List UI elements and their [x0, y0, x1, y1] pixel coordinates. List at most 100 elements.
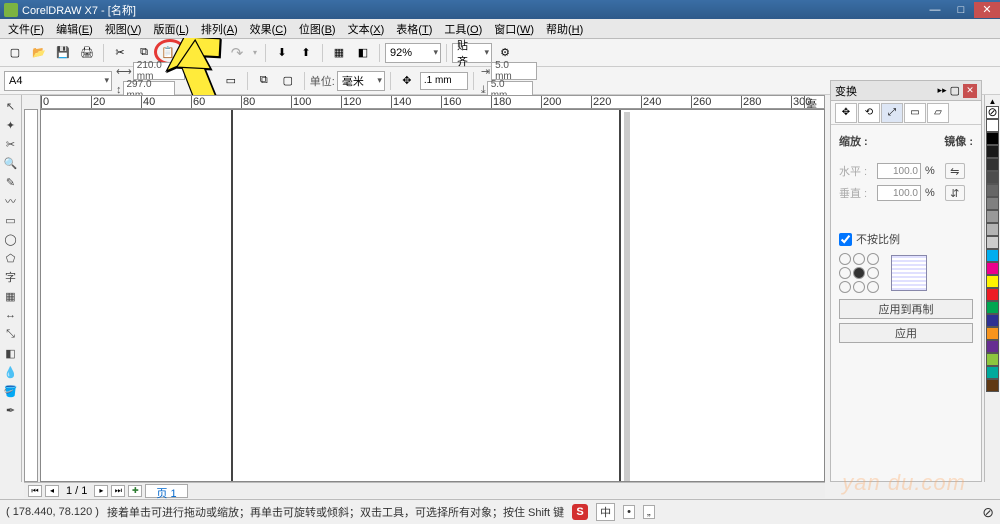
color-swatch[interactable]: [986, 366, 999, 379]
color-swatch[interactable]: [986, 275, 999, 288]
color-swatch[interactable]: [986, 301, 999, 314]
close-button[interactable]: ✕: [974, 2, 1000, 18]
menu-t[interactable]: 表格(T): [390, 19, 438, 39]
menu-h[interactable]: 帮助(H): [540, 19, 589, 39]
mirror-h-button[interactable]: ⇋: [945, 163, 965, 179]
print-button[interactable]: 🖨: [76, 42, 98, 64]
vertical-scale-field[interactable]: [877, 185, 921, 201]
minimize-button[interactable]: —: [922, 2, 948, 18]
artistic-tool[interactable]: 〰: [2, 192, 20, 210]
anchor-grid[interactable]: [839, 253, 879, 293]
color-swatch[interactable]: [986, 288, 999, 301]
pick-tool[interactable]: ↖: [2, 97, 20, 115]
color-swatch[interactable]: [986, 262, 999, 275]
skew-tab[interactable]: ▱: [927, 103, 949, 123]
text-tool[interactable]: 字: [2, 268, 20, 286]
apply-duplicate-button[interactable]: 应用到再制: [839, 299, 973, 319]
menu-e[interactable]: 编辑(E): [50, 19, 99, 39]
color-swatch[interactable]: [986, 158, 999, 171]
color-swatch[interactable]: [986, 171, 999, 184]
crop-tool[interactable]: ✂: [2, 135, 20, 153]
apply-button[interactable]: 应用: [839, 323, 973, 343]
color-swatch[interactable]: [986, 223, 999, 236]
menu-f[interactable]: 文件(F): [2, 19, 50, 39]
menu-a[interactable]: 排列(A): [195, 19, 244, 39]
landscape-button[interactable]: ▭: [220, 70, 242, 92]
ime-extra-1[interactable]: •: [623, 505, 635, 519]
last-page-button[interactable]: ⏭: [111, 485, 125, 497]
color-swatch[interactable]: [986, 145, 999, 158]
rotate-tab[interactable]: ⟲: [858, 103, 880, 123]
color-swatch[interactable]: [986, 184, 999, 197]
size-tab[interactable]: ▭: [904, 103, 926, 123]
color-swatch[interactable]: [986, 379, 999, 392]
ime-icon[interactable]: S: [572, 504, 588, 520]
undo-dropdown[interactable]: ▾: [214, 42, 224, 64]
new-button[interactable]: ▢: [4, 42, 26, 64]
ime-extra-2[interactable]: „: [643, 505, 655, 519]
docker-collapse-icon[interactable]: ▸▸: [938, 85, 947, 96]
first-page-button[interactable]: ⏮: [28, 485, 42, 497]
import-button[interactable]: ⬇: [271, 42, 293, 64]
all-pages-button[interactable]: ⧉: [253, 70, 275, 92]
maximize-button[interactable]: □: [948, 2, 974, 18]
welcome-button[interactable]: ◧: [352, 42, 374, 64]
horizontal-scale-field[interactable]: [877, 163, 921, 179]
shape-tool[interactable]: ✦: [2, 116, 20, 134]
portrait-button[interactable]: ▯: [196, 70, 218, 92]
redo-dropdown[interactable]: ▾: [250, 42, 260, 64]
nonproportional-checkbox[interactable]: [839, 233, 852, 246]
fill-tool[interactable]: 🪣: [2, 382, 20, 400]
next-page-button[interactable]: ▸: [94, 485, 108, 497]
redo-button[interactable]: ↷: [226, 42, 248, 64]
unit-combo[interactable]: 毫米: [337, 71, 385, 91]
rectangle-tool[interactable]: ▭: [2, 211, 20, 229]
color-swatch[interactable]: [986, 340, 999, 353]
effects-tool[interactable]: ◧: [2, 344, 20, 362]
page-width-field[interactable]: 210.0 mm: [133, 62, 185, 80]
color-swatch[interactable]: [986, 119, 999, 132]
prev-page-button[interactable]: ◂: [45, 485, 59, 497]
color-swatch[interactable]: [986, 210, 999, 223]
color-swatch[interactable]: [986, 249, 999, 262]
color-swatch[interactable]: [986, 132, 999, 145]
ellipse-tool[interactable]: ◯: [2, 230, 20, 248]
color-swatch[interactable]: [986, 353, 999, 366]
zoom-combo[interactable]: 92%: [385, 43, 441, 63]
dimension-tool[interactable]: ↔: [2, 306, 20, 324]
drawing-canvas[interactable]: [40, 109, 825, 482]
docker-menu-icon[interactable]: ▢: [950, 84, 960, 97]
polygon-tool[interactable]: ⬠: [2, 249, 20, 267]
zoom-tool[interactable]: 🔍: [2, 154, 20, 172]
open-button[interactable]: 📂: [28, 42, 50, 64]
menu-o[interactable]: 工具(O): [438, 19, 488, 39]
mirror-v-button[interactable]: ⇵: [945, 185, 965, 201]
launch-button[interactable]: ▦: [328, 42, 350, 64]
save-button[interactable]: 💾: [52, 42, 74, 64]
color-swatch[interactable]: [986, 327, 999, 340]
current-page-button[interactable]: ▢: [277, 70, 299, 92]
snap-combo[interactable]: 贴齐: [452, 43, 492, 63]
menu-b[interactable]: 位图(B): [293, 19, 342, 39]
eyedropper-tool[interactable]: 💧: [2, 363, 20, 381]
table-tool[interactable]: ▦: [2, 287, 20, 305]
undo-button[interactable]: ↶: [190, 42, 212, 64]
paper-size-combo[interactable]: A4: [4, 71, 112, 91]
nudge-field[interactable]: .1 mm: [420, 72, 468, 90]
freehand-tool[interactable]: ✎: [2, 173, 20, 191]
outline-tool[interactable]: ✒: [2, 401, 20, 419]
scale-tab[interactable]: ⤢: [881, 103, 903, 123]
menu-c[interactable]: 效果(C): [244, 19, 293, 39]
add-page-button[interactable]: ✚: [128, 485, 142, 497]
docker-close-button[interactable]: ✕: [963, 84, 977, 98]
menu-w[interactable]: 窗口(W): [488, 19, 540, 39]
color-swatch[interactable]: [986, 197, 999, 210]
cut-button[interactable]: ✂: [109, 42, 131, 64]
color-swatch[interactable]: [986, 236, 999, 249]
menu-l[interactable]: 版面(L): [147, 19, 194, 39]
page-tab[interactable]: 页 1: [145, 484, 187, 498]
color-swatch[interactable]: [986, 314, 999, 327]
menu-v[interactable]: 视图(V): [99, 19, 148, 39]
duplicate-x-field[interactable]: 5.0 mm: [491, 62, 537, 80]
export-button[interactable]: ⬆: [295, 42, 317, 64]
